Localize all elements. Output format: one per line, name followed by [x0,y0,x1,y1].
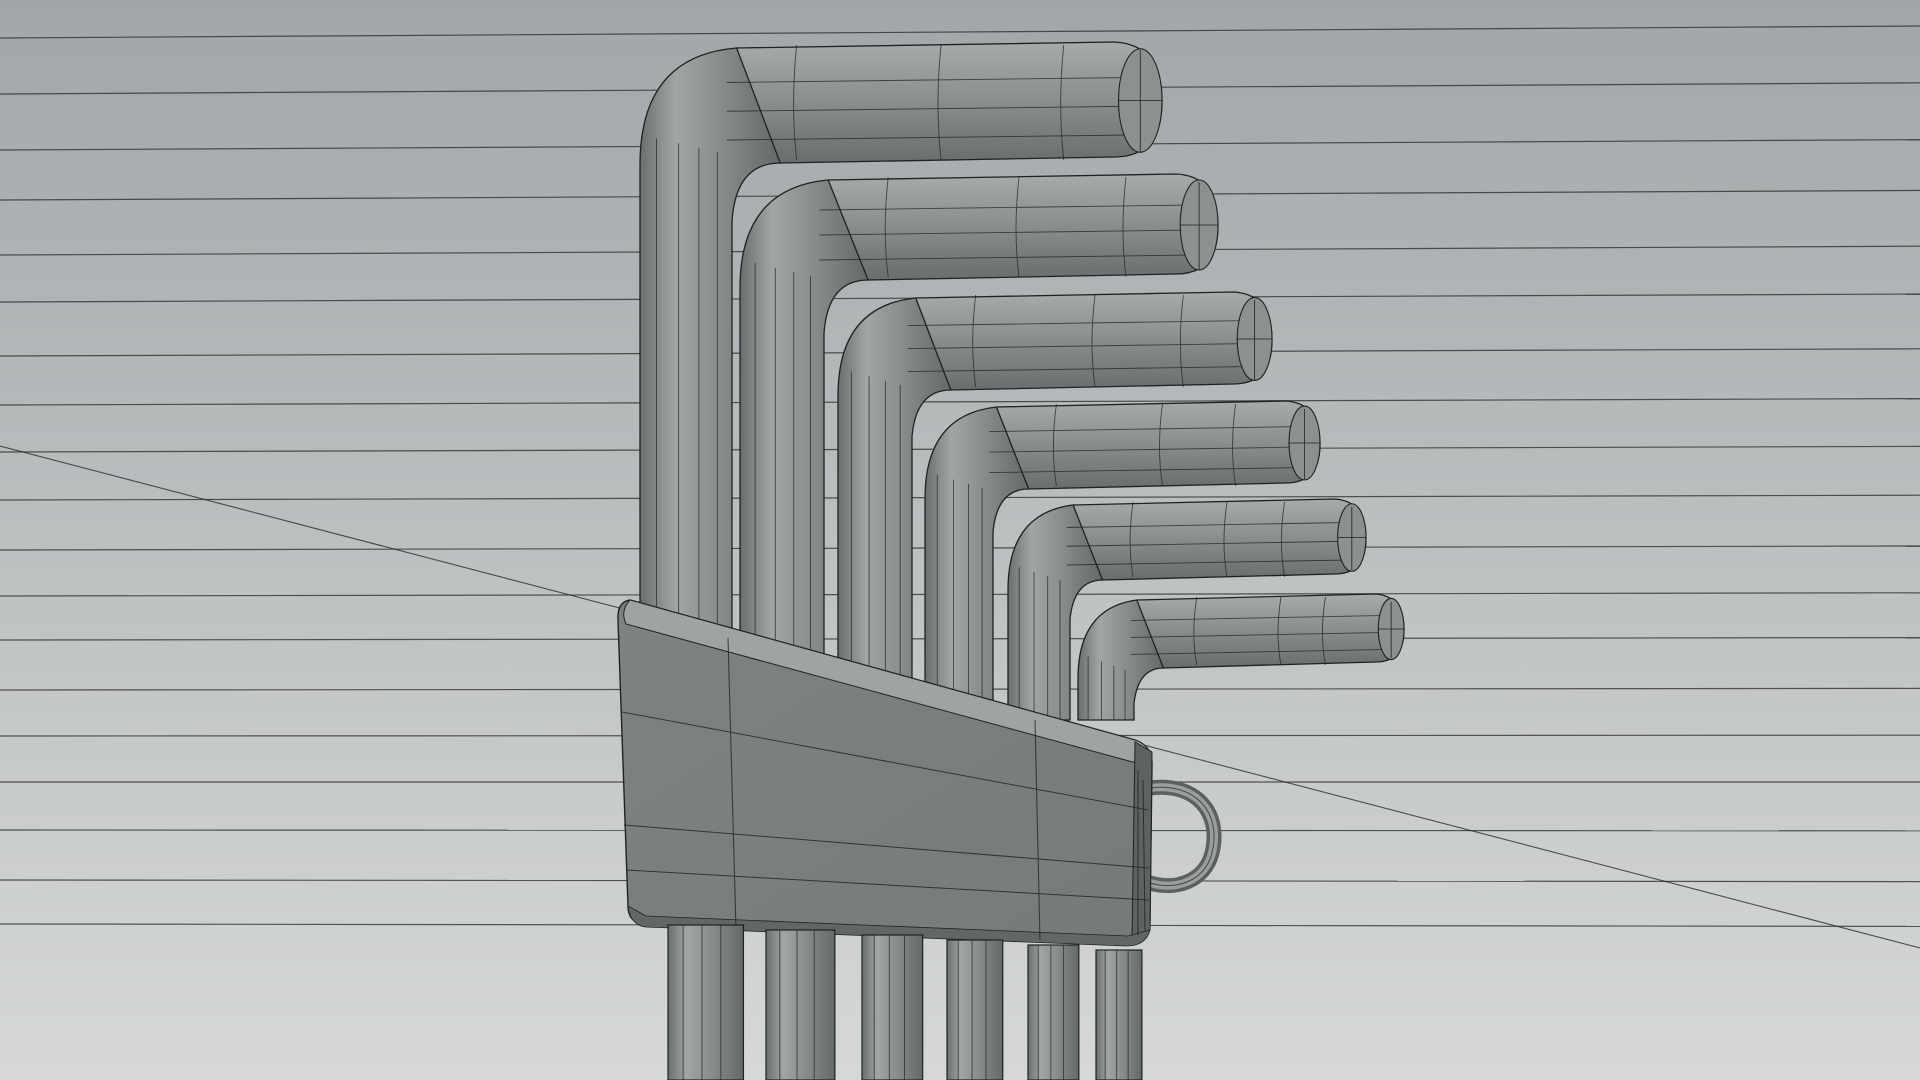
hex-key-stem-1 [667,924,745,1080]
hex-key-stem-2 [765,929,836,1080]
hex-key-stem-4 [946,939,1004,1080]
hex-key-stem-5 [1027,944,1080,1080]
hex-key-stem-3 [861,934,924,1080]
hex-key-lower-stems [667,924,1143,1080]
hex-key-stem-6 [1095,949,1143,1080]
3d-viewport[interactable] [0,0,1920,1080]
viewport-scene[interactable] [0,0,1920,1080]
